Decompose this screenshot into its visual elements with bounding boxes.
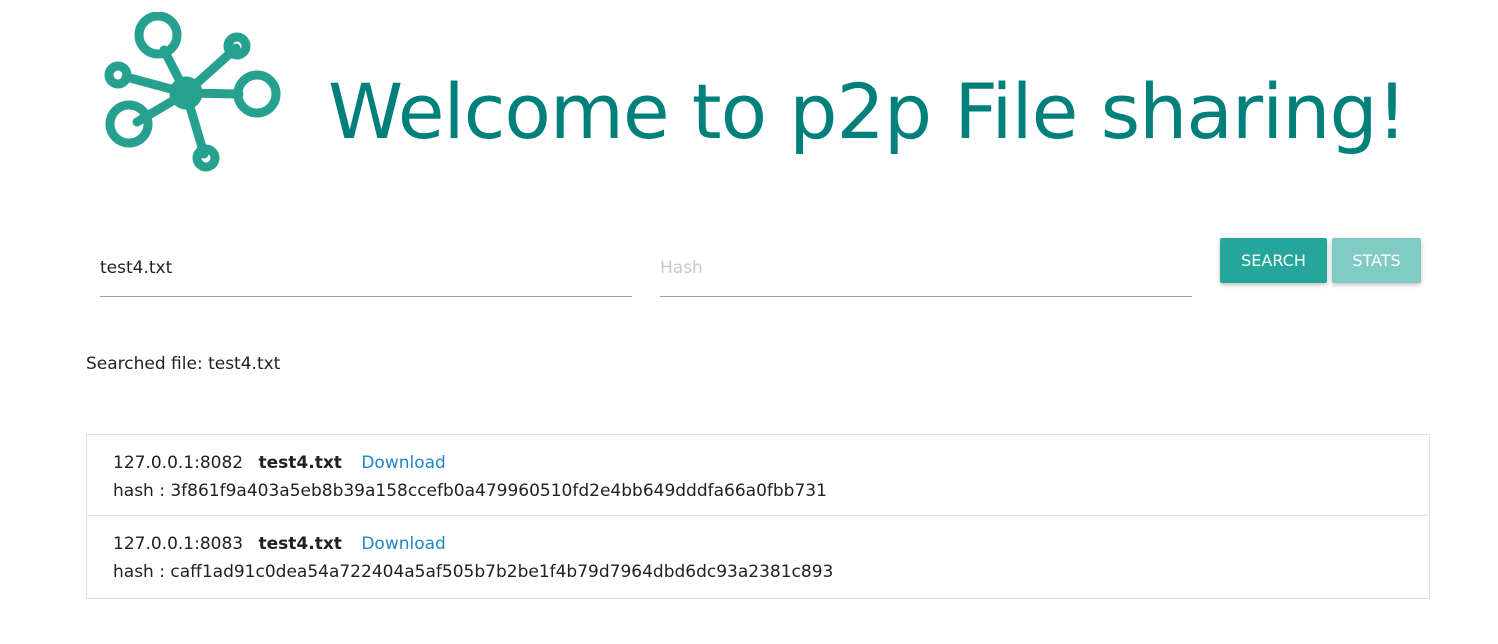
result-filename: test4.txt [258, 534, 342, 554]
result-filename: test4.txt [258, 453, 342, 473]
filename-field [100, 244, 632, 297]
filename-input[interactable] [100, 244, 632, 292]
hash-field [660, 244, 1192, 297]
results-list: 127.0.0.1:8082 test4.txt Download hash :… [86, 434, 1430, 599]
network-nodes-icon [104, 12, 281, 172]
result-hash: hash : caff1ad91c0dea54a722404a5af505b7b… [113, 562, 834, 582]
hash-input[interactable] [660, 244, 1192, 292]
peer-address: 127.0.0.1:8082 [113, 453, 244, 473]
list-item: 127.0.0.1:8083 test4.txt Download hash :… [87, 516, 1429, 598]
peer-address: 127.0.0.1:8083 [113, 534, 244, 554]
download-link[interactable]: Download [361, 453, 446, 473]
searched-file-status: Searched file: test4.txt [86, 354, 281, 374]
result-hash: hash : 3f861f9a403a5eb8b39a158ccefb0a479… [113, 481, 827, 501]
download-link[interactable]: Download [361, 534, 446, 554]
page-title: Welcome to p2p File sharing! [328, 67, 1407, 156]
search-button[interactable]: SEARCH [1220, 238, 1327, 283]
stats-button[interactable]: STATS [1332, 238, 1421, 283]
list-item: 127.0.0.1:8082 test4.txt Download hash :… [87, 435, 1429, 516]
